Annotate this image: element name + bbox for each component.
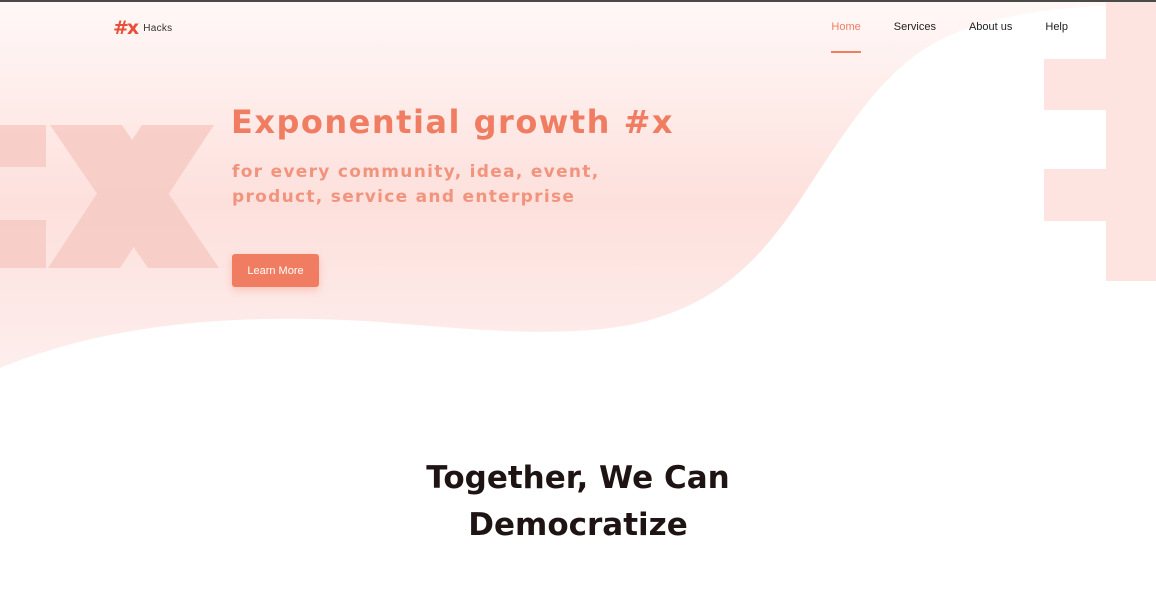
section-title: Together, We Can Democratize xyxy=(0,455,1156,549)
nav-item-label: Help xyxy=(1045,21,1068,33)
section-title-line-1: Together, We Can xyxy=(426,460,730,496)
main-nav: Home Services About us Help xyxy=(798,21,1068,53)
hash-x-logo-icon: #x xyxy=(113,17,139,39)
nav-item-home[interactable]: Home xyxy=(831,21,861,53)
learn-more-button[interactable]: Learn More xyxy=(232,254,319,287)
nav-item-help[interactable]: Help xyxy=(1045,21,1068,37)
hero-subtitle: for every community, idea, event, produc… xyxy=(232,162,600,207)
section-title-line-2: Democratize xyxy=(468,507,688,543)
active-indicator xyxy=(831,51,861,53)
nav-item-label: Services xyxy=(893,21,936,33)
decorative-hash-right xyxy=(1044,2,1156,281)
top-border xyxy=(0,0,1156,2)
hero-title: Exponential growth #x xyxy=(231,103,675,141)
nav-item-label: Home xyxy=(831,21,861,33)
brand-logo[interactable]: #x Hacks xyxy=(113,18,172,38)
nav-item-about-us[interactable]: About us xyxy=(969,21,1012,37)
brand-name: Hacks xyxy=(143,22,173,34)
nav-item-label: About us xyxy=(968,21,1013,33)
nav-item-services[interactable]: Services xyxy=(894,21,936,37)
